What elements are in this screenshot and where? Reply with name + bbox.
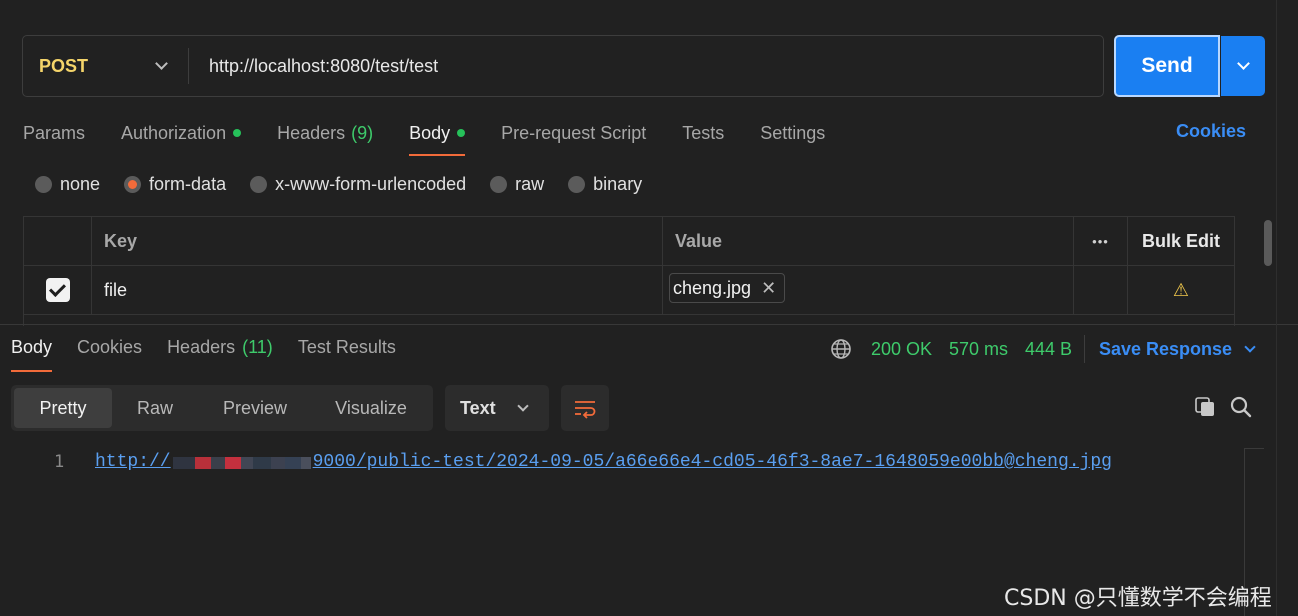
response-tab-body[interactable]: Body [11, 337, 53, 372]
response-url-prefix: http:// [95, 452, 171, 472]
tab-params[interactable]: Params [23, 118, 85, 148]
row-value: cheng.jpg ✕ [663, 266, 1074, 314]
table-header-row: Key Value ••• Bulk Edit [24, 217, 1234, 266]
response-tabs: Body Cookies Headers (11) Test Results [11, 337, 421, 372]
status-badge[interactable]: 200 OK [871, 339, 932, 360]
cookies-link[interactable]: Cookies [1176, 121, 1246, 142]
wrap-lines-button[interactable] [561, 385, 609, 431]
method-select[interactable]: POST [23, 48, 189, 84]
chevron-down-icon [1244, 341, 1256, 353]
response-tab-test-results[interactable]: Test Results [298, 337, 396, 361]
row-key[interactable]: file [92, 266, 663, 314]
radio-binary[interactable]: binary [568, 174, 642, 195]
status-dot [457, 129, 466, 137]
response-tab-cookies[interactable]: Cookies [77, 337, 142, 361]
view-raw[interactable]: Raw [112, 388, 198, 428]
close-icon[interactable]: ✕ [761, 278, 776, 299]
chevron-down-icon [155, 57, 168, 70]
response-time[interactable]: 570 ms [949, 339, 1008, 360]
view-visualize[interactable]: Visualize [312, 388, 430, 428]
header-value: Value [663, 217, 1074, 265]
format-select[interactable]: Text [445, 385, 549, 431]
copy-icon[interactable] [1194, 396, 1216, 418]
headers-count: (9) [351, 122, 374, 143]
tab-pre-request-script[interactable]: Pre-request Script [501, 118, 646, 148]
response-size[interactable]: 444 B [1025, 339, 1072, 360]
row-check-cell [24, 266, 92, 314]
tab-headers[interactable]: Headers (9) [277, 118, 373, 148]
view-mode-segment: Pretty Raw Preview Visualize [11, 385, 433, 431]
radio-raw[interactable]: raw [490, 174, 544, 195]
globe-icon[interactable] [830, 338, 852, 360]
form-data-table: Key Value ••• Bulk Edit file cheng.jpg ✕… [23, 216, 1235, 326]
redacted-mosaic [172, 452, 311, 474]
radio-circle [568, 176, 586, 193]
table-row: file cheng.jpg ✕ ⚠ [24, 266, 1234, 315]
more-dots-icon: ••• [1092, 233, 1109, 249]
line-number: 1 [54, 452, 65, 472]
response-tab-headers[interactable]: Headers (11) [167, 337, 273, 361]
request-scrollbar[interactable] [1264, 220, 1272, 266]
bulk-edit-button[interactable]: Bulk Edit [1128, 217, 1234, 265]
response-headers-count: (11) [242, 337, 273, 357]
radio-circle [35, 176, 52, 193]
chevron-down-icon [1236, 57, 1250, 70]
response-url-suffix: 9000/public-test/2024-09-05/a66e66e4-cd0… [312, 452, 1112, 472]
view-pretty[interactable]: Pretty [14, 388, 112, 428]
radio-circle [250, 176, 268, 193]
pane-divider[interactable] [0, 324, 1298, 325]
file-chip[interactable]: cheng.jpg ✕ [669, 273, 786, 303]
radio-form-data[interactable]: form-data [124, 174, 226, 195]
send-options-button[interactable] [1221, 36, 1265, 96]
watermark: CSDN @只懂数学不会编程 [1004, 586, 1272, 611]
chevron-down-icon [517, 399, 529, 412]
file-name: cheng.jpg [673, 277, 752, 298]
view-preview[interactable]: Preview [198, 388, 312, 428]
request-bar: POST http://localhost:8080/test/test [22, 35, 1104, 97]
row-more-cell [1074, 266, 1128, 314]
row-checkbox[interactable] [45, 278, 70, 302]
window-edge [1276, 0, 1277, 616]
tab-settings[interactable]: Settings [760, 118, 825, 148]
radio-x-www-form-urlencoded[interactable]: x-www-form-urlencoded [250, 174, 466, 195]
request-tabs: Params Authorization Headers (9) Body Pre… [23, 118, 861, 158]
method-label: POST [39, 55, 89, 76]
radio-circle-selected [124, 176, 142, 193]
url-input[interactable]: http://localhost:8080/test/test [189, 56, 438, 77]
header-key: Key [92, 217, 663, 265]
header-check-cell [24, 217, 92, 265]
tab-tests[interactable]: Tests [682, 118, 724, 148]
search-icon[interactable] [1230, 396, 1252, 418]
send-button[interactable]: Send [1114, 35, 1220, 97]
more-options-button[interactable]: ••• [1074, 217, 1128, 265]
tab-authorization[interactable]: Authorization [121, 118, 242, 148]
wrap-lines-icon [575, 401, 596, 419]
warning-icon: ⚠ [1172, 279, 1190, 300]
response-body-link[interactable]: http:// 9000/public-test/2024-09-05/a66e… [95, 452, 1112, 474]
radio-none[interactable]: none [35, 174, 100, 195]
status-dot [233, 129, 242, 137]
body-type-radios: none form-data x-www-form-urlencoded raw… [35, 174, 666, 195]
radio-circle [490, 176, 508, 193]
tab-body[interactable]: Body [409, 118, 466, 156]
row-warning-cell: ⚠ [1128, 266, 1234, 314]
divider [1084, 335, 1085, 363]
save-response-button[interactable]: Save Response [1099, 339, 1256, 360]
